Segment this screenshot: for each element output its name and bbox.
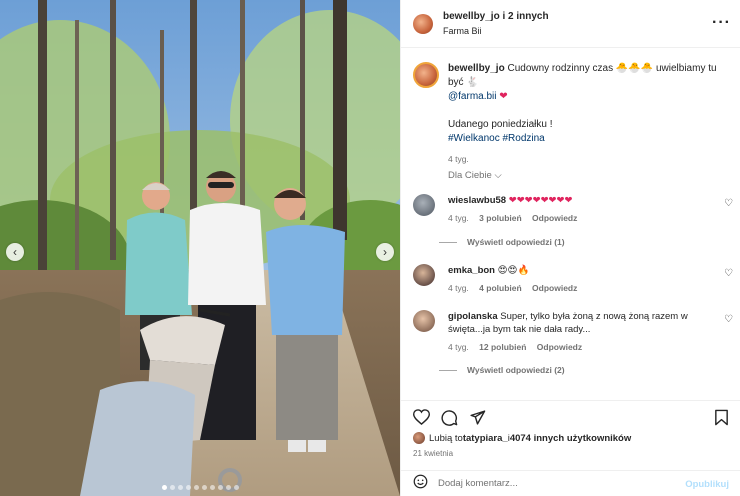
bookmark-icon[interactable] bbox=[711, 407, 731, 427]
avatar bbox=[413, 432, 425, 444]
comment-username[interactable]: wieslawbu58 bbox=[448, 195, 506, 206]
action-bar bbox=[401, 400, 740, 427]
comment-likes[interactable]: 4 polubień bbox=[479, 283, 522, 293]
carousel-next-button[interactable]: › bbox=[376, 243, 394, 261]
avatar[interactable] bbox=[413, 62, 439, 88]
liker-username[interactable]: tatypiara_ bbox=[463, 433, 508, 444]
mention-link[interactable]: @farma.bii bbox=[448, 91, 497, 102]
comment-time: 4 tyg. bbox=[448, 342, 469, 352]
comment-likes[interactable]: 3 polubień bbox=[479, 213, 522, 223]
view-replies-label: Wyświetl odpowiedzi (1) bbox=[467, 237, 565, 247]
reply-button[interactable]: Odpowiedz bbox=[537, 342, 582, 352]
carousel-dot bbox=[177, 485, 183, 490]
view-replies-button[interactable]: Wyświetl odpowiedzi (2) bbox=[439, 365, 565, 375]
post-caption: bewellby_jo Cudowny rodzinny czas 🐣🐣🐣 uw… bbox=[401, 56, 740, 164]
comments-area[interactable]: bewellby_jo Cudowny rodzinny czas 🐣🐣🐣 uw… bbox=[401, 56, 740, 392]
heart-emoji: ❤ bbox=[499, 91, 508, 102]
carousel-dot bbox=[161, 485, 167, 490]
comment-input[interactable] bbox=[438, 478, 668, 489]
carousel-dot bbox=[225, 485, 231, 490]
avatar[interactable] bbox=[413, 13, 433, 34]
carousel-dot bbox=[193, 485, 199, 490]
carousel-prev-button[interactable]: ‹ bbox=[6, 243, 24, 261]
comment-text: 😍😍🔥 bbox=[497, 265, 530, 276]
view-replies-label: Wyświetl odpowiedzi (2) bbox=[467, 365, 565, 375]
carousel-dot bbox=[201, 485, 207, 490]
carousel-dot bbox=[185, 485, 191, 490]
comment-text: ❤❤❤❤❤❤❤❤ bbox=[508, 195, 573, 206]
avatar[interactable] bbox=[413, 264, 435, 286]
divider bbox=[439, 369, 457, 371]
chevron-right-icon: › bbox=[383, 245, 387, 259]
comment-icon[interactable] bbox=[439, 407, 459, 427]
emoji-icon[interactable] bbox=[413, 474, 428, 494]
caption-line: Udanego poniedziałku ! bbox=[448, 119, 553, 130]
chevron-left-icon: ‹ bbox=[13, 245, 17, 259]
heart-icon[interactable]: ♡ bbox=[724, 198, 733, 209]
carousel-dot bbox=[169, 485, 175, 490]
more-options-icon[interactable]: ··· bbox=[712, 14, 731, 32]
avatar[interactable] bbox=[413, 310, 435, 332]
caption-username[interactable]: bewellby_jo bbox=[448, 63, 505, 74]
carousel-dot bbox=[209, 485, 215, 490]
location-link[interactable]: Farma Bii bbox=[443, 24, 549, 38]
share-icon[interactable] bbox=[467, 407, 487, 427]
divider bbox=[439, 241, 457, 243]
comment-likes[interactable]: 12 polubień bbox=[479, 342, 526, 352]
instagram-post: ‹ › bewellby_jo i 2 innych Farma Bii ··· bbox=[0, 0, 740, 496]
comment-time: 4 tyg. bbox=[448, 213, 469, 223]
view-replies-button[interactable]: Wyświetl odpowiedzi (1) bbox=[439, 237, 565, 247]
avatar[interactable] bbox=[413, 194, 435, 216]
heart-icon[interactable] bbox=[411, 407, 431, 427]
likes-prefix: Lubią to bbox=[429, 432, 463, 444]
carousel-indicator bbox=[0, 485, 400, 490]
reply-button[interactable]: Odpowiedz bbox=[532, 213, 577, 223]
post-sidebar: bewellby_jo i 2 innych Farma Bii ··· bew… bbox=[400, 0, 740, 496]
caption-time: 4 tyg. bbox=[448, 154, 469, 164]
collaborators-link[interactable]: i 2 innych bbox=[500, 11, 548, 22]
publish-button[interactable]: Opublikuj bbox=[685, 479, 729, 490]
comment-username[interactable]: emka_bon bbox=[448, 265, 495, 276]
likes-summary: Lubią to tatypiara_ i 4074 innych użytko… bbox=[413, 432, 631, 444]
carousel-dot bbox=[217, 485, 223, 490]
for-you-filter[interactable]: Dla Ciebie ⌵ bbox=[448, 170, 502, 181]
reply-button[interactable]: Odpowiedz bbox=[532, 283, 577, 293]
post-header: bewellby_jo i 2 innych Farma Bii ··· bbox=[401, 0, 740, 48]
hashtags[interactable]: #Wielkanoc #Rodzina bbox=[448, 132, 733, 146]
heart-icon[interactable]: ♡ bbox=[724, 268, 733, 279]
forest-family-photo bbox=[0, 0, 400, 496]
comment-time: 4 tyg. bbox=[448, 283, 469, 293]
carousel-dot bbox=[233, 485, 239, 490]
comment-username[interactable]: gipolanska bbox=[448, 311, 498, 322]
likes-count[interactable]: 4074 innych użytkowników bbox=[510, 433, 631, 444]
post-photo[interactable]: ‹ › bbox=[0, 0, 400, 496]
post-date[interactable]: 21 kwietnia bbox=[413, 449, 453, 458]
comment-composer: Opublikuj bbox=[401, 470, 740, 496]
heart-icon[interactable]: ♡ bbox=[724, 314, 733, 325]
author-username[interactable]: bewellby_jo bbox=[443, 11, 500, 22]
